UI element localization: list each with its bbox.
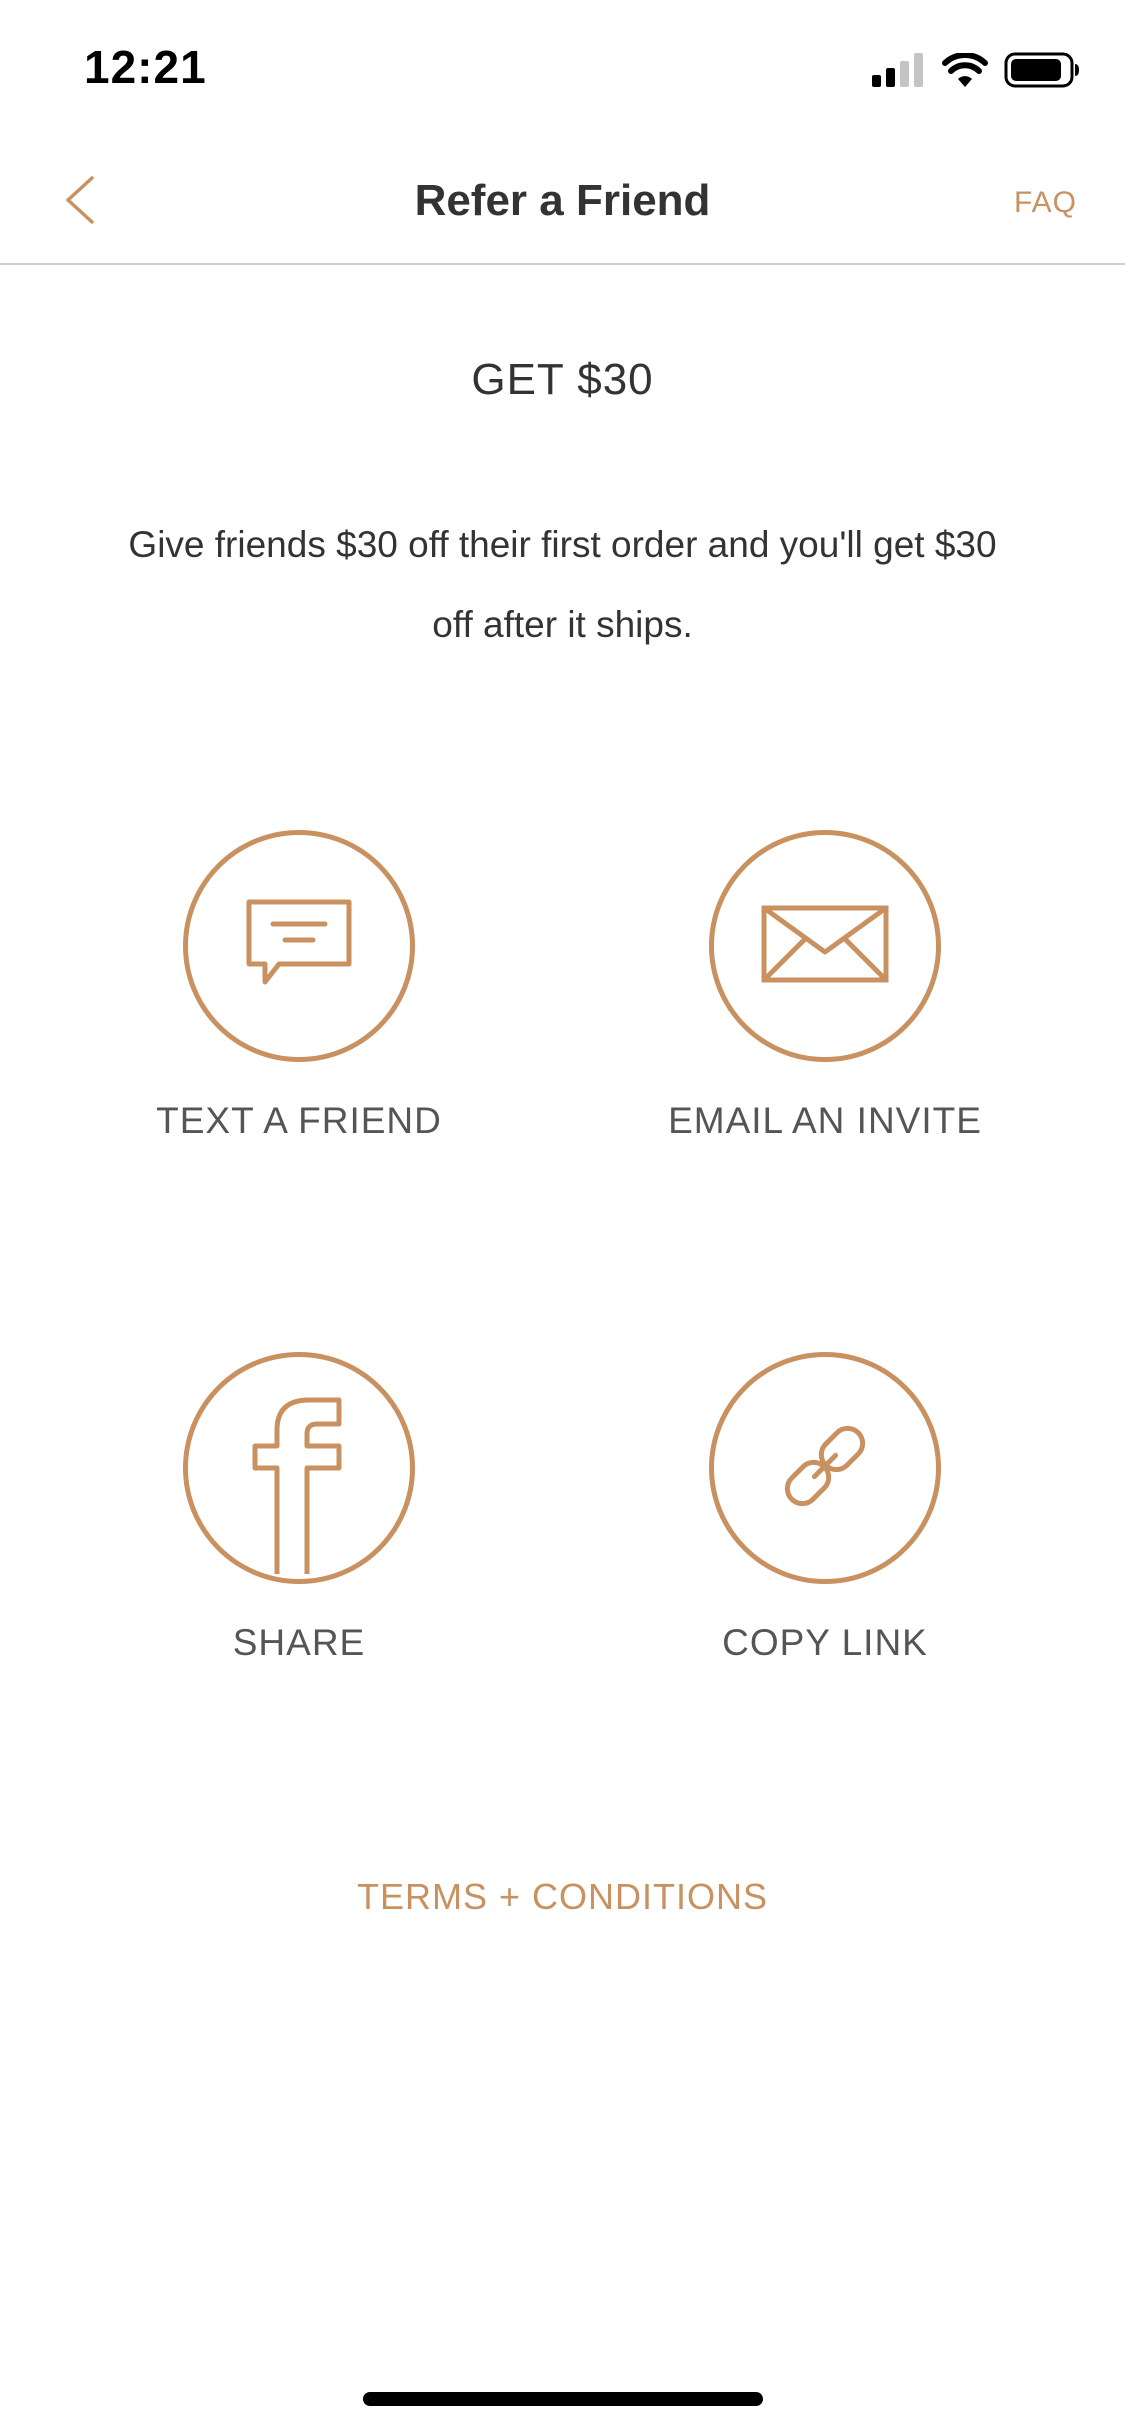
home-indicator[interactable] xyxy=(363,2392,763,2406)
offer-headline: GET $30 xyxy=(471,355,654,404)
navigation-bar: Refer a Friend FAQ xyxy=(0,140,1125,265)
status-icons xyxy=(872,48,1080,92)
offer-description: Give friends $30 off their first order a… xyxy=(128,524,997,645)
battery-icon xyxy=(1004,52,1080,88)
email-an-invite-label: EMAIL AN INVITE xyxy=(668,1100,982,1141)
email-an-invite-circle xyxy=(709,830,941,1062)
terms-and-conditions-link[interactable]: TERMS + CONDITIONS xyxy=(0,1876,1125,1918)
chat-bubble-icon xyxy=(239,894,359,999)
facebook-icon xyxy=(249,1394,349,1579)
copy-link-button[interactable]: COPY LINK xyxy=(595,1352,1055,1664)
share-circle xyxy=(183,1352,415,1584)
status-bar: 12:21 xyxy=(0,0,1125,130)
copy-link-label: COPY LINK xyxy=(722,1622,928,1663)
copy-link-circle xyxy=(709,1352,941,1584)
text-a-friend-label: TEXT A FRIEND xyxy=(156,1100,442,1141)
email-an-invite-button[interactable]: EMAIL AN INVITE xyxy=(595,830,1055,1142)
link-icon xyxy=(770,1411,880,1526)
wifi-icon xyxy=(942,53,988,87)
page-title: Refer a Friend xyxy=(414,176,711,225)
refer-a-friend-screen: 12:21 Refer a Friend FAQ GET $30 Give fr… xyxy=(0,0,1125,2436)
share-label: SHARE xyxy=(232,1622,366,1663)
status-time: 12:21 xyxy=(84,41,207,93)
text-a-friend-button[interactable]: TEXT A FRIEND xyxy=(69,830,529,1142)
envelope-icon xyxy=(760,904,890,989)
text-a-friend-circle xyxy=(183,830,415,1062)
cellular-signal-icon xyxy=(872,53,926,87)
share-button[interactable]: SHARE xyxy=(69,1352,529,1664)
faq-link[interactable]: FAQ xyxy=(1014,186,1077,220)
